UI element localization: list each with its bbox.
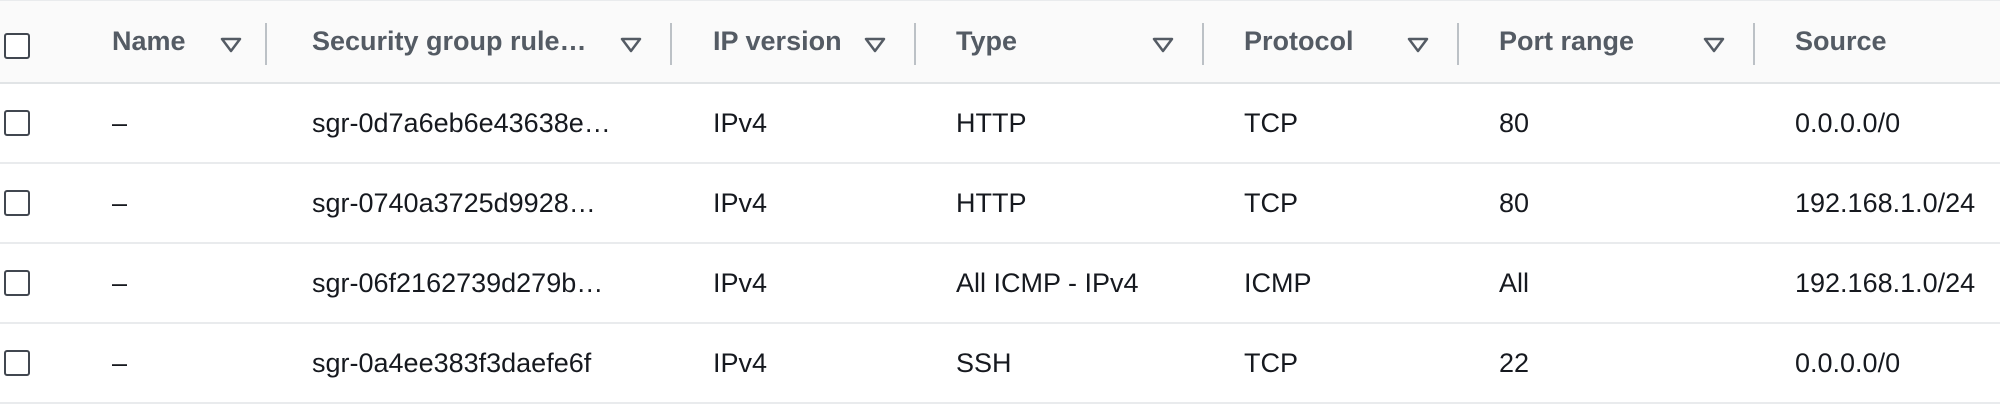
column-resize-divider[interactable] [914, 23, 916, 65]
column-header-label: Protocol [1244, 26, 1354, 56]
cell-name: – [112, 267, 128, 298]
row-select-checkbox[interactable] [4, 270, 30, 296]
column-header-label: IP version [713, 26, 842, 56]
cell-protocol: TCP [1244, 107, 1298, 138]
cell-ip-version: IPv4 [713, 107, 768, 138]
cell-source: 0.0.0.0/0 [1795, 347, 1901, 378]
sort-caret-down-icon[interactable] [1152, 37, 1174, 53]
cell-ip-version: IPv4 [713, 347, 768, 378]
column-resize-divider[interactable] [1202, 23, 1204, 65]
column-header-security-group-rule-id[interactable]: Security group rule… [312, 1, 587, 82]
sort-caret-down-icon[interactable] [1703, 37, 1725, 53]
cell-source: 192.168.1.0/24 [1795, 187, 1976, 218]
cell-type: SSH [956, 347, 1012, 378]
cell-name: – [112, 187, 128, 218]
cell-type: HTTP [956, 107, 1027, 138]
column-resize-divider[interactable] [1753, 23, 1755, 65]
column-header-source[interactable]: Source [1795, 1, 1887, 82]
table-row[interactable]: – sgr-0740a3725d9928… IPv4 HTTP TCP 80 1… [0, 164, 2000, 244]
column-header-type[interactable]: Type [956, 1, 1017, 82]
security-group-rules-table: Name Security group rule… IP version Typ… [0, 0, 2000, 404]
cell-protocol: TCP [1244, 347, 1298, 378]
cell-source: 0.0.0.0/0 [1795, 107, 1901, 138]
column-header-label: Type [956, 26, 1018, 56]
cell-port-range: 22 [1499, 347, 1530, 378]
column-header-label: Security group rule… [312, 26, 587, 56]
table-row[interactable]: – sgr-06f2162739d279b… IPv4 All ICMP - I… [0, 244, 2000, 324]
column-header-ip-version[interactable]: IP version [713, 1, 842, 82]
cell-type: HTTP [956, 187, 1027, 218]
table-row[interactable]: – sgr-0d7a6eb6e43638e… IPv4 HTTP TCP 80 … [0, 84, 2000, 164]
cell-security-group-rule-id: sgr-0a4ee383f3daefe6f [312, 347, 592, 378]
row-select-checkbox[interactable] [4, 110, 30, 136]
cell-source: 192.168.1.0/24 [1795, 267, 1976, 298]
column-header-name[interactable]: Name [112, 1, 186, 82]
cell-port-range: 80 [1499, 187, 1530, 218]
cell-protocol: ICMP [1244, 267, 1312, 298]
cell-ip-version: IPv4 [713, 187, 768, 218]
cell-type: All ICMP - IPv4 [956, 267, 1139, 298]
cell-name: – [112, 107, 128, 138]
column-header-label: Name [112, 26, 186, 56]
select-all-checkbox[interactable] [4, 33, 30, 59]
cell-security-group-rule-id: sgr-0d7a6eb6e43638e… [312, 107, 611, 138]
cell-security-group-rule-id: sgr-06f2162739d279b… [312, 267, 604, 298]
sort-caret-down-icon[interactable] [1407, 37, 1429, 53]
column-resize-divider[interactable] [1457, 23, 1459, 65]
row-select-checkbox[interactable] [4, 350, 30, 376]
table-row[interactable]: – sgr-0a4ee383f3daefe6f IPv4 SSH TCP 22 … [0, 324, 2000, 404]
cell-name: – [112, 347, 128, 378]
sort-caret-down-icon[interactable] [220, 37, 242, 53]
cell-port-range: All [1499, 267, 1530, 298]
column-header-port-range[interactable]: Port range [1499, 1, 1634, 82]
cell-security-group-rule-id: sgr-0740a3725d9928… [312, 187, 596, 218]
column-header-protocol[interactable]: Protocol [1244, 1, 1354, 82]
sort-caret-down-icon[interactable] [620, 37, 642, 53]
column-header-label: Port range [1499, 26, 1635, 56]
column-resize-divider[interactable] [265, 23, 267, 65]
row-select-checkbox[interactable] [4, 190, 30, 216]
column-resize-divider[interactable] [670, 23, 672, 65]
cell-port-range: 80 [1499, 107, 1530, 138]
cell-ip-version: IPv4 [713, 267, 768, 298]
table-header-row: Name Security group rule… IP version Typ… [0, 0, 2000, 84]
sort-caret-down-icon[interactable] [864, 37, 886, 53]
cell-protocol: TCP [1244, 187, 1298, 218]
column-header-label: Source [1795, 26, 1887, 56]
